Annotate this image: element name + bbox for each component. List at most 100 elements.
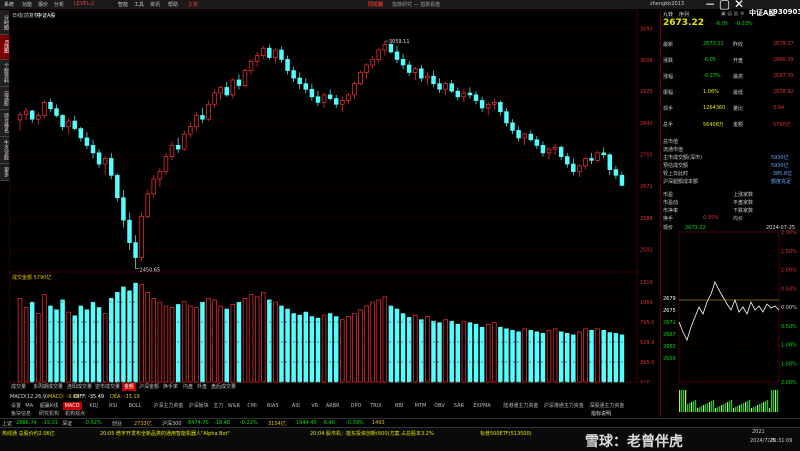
indicator-tab[interactable]: BBI: [393, 402, 405, 410]
volume-bar: [212, 299, 217, 383]
candle-body: [181, 133, 187, 150]
tab-diagnosis[interactable]: 牛叉诊股: [0, 137, 9, 164]
indicator-tab[interactable]: KDJ: [87, 402, 100, 410]
menu-item-level2[interactable]: LEVEL-2: [74, 1, 94, 7]
tab-research[interactable]: 研究机构: [37, 410, 61, 418]
volume-bar: [248, 294, 254, 383]
indicator-tab[interactable]: 沪深板块: [187, 402, 211, 410]
mini-volume-bar: [681, 390, 683, 412]
ticker-sz-change: -0.52%: [84, 420, 102, 426]
menu-item-tools[interactable]: 工具: [134, 1, 144, 8]
indicator-tab[interactable]: EXPMA: [471, 402, 492, 410]
tab-ranking[interactable]: 综合排名: [0, 110, 9, 137]
volume-bar: [540, 333, 546, 383]
tab-rising-volume[interactable]: 连阳成交量: [65, 383, 94, 391]
indicator-tab[interactable]: VR: [309, 402, 320, 410]
candle-body: [90, 145, 96, 154]
status-news-3[interactable]: 20:04 股市机：能东投资创新(600)方案 占总股本3.2%: [310, 430, 434, 437]
tool-xulie[interactable]: 序列: [679, 11, 689, 18]
tab-multi-volume[interactable]: 多周期成交量: [31, 383, 65, 391]
menu-item-news[interactable]: 资讯: [150, 1, 160, 8]
vol-tick-label: 265.0: [640, 360, 654, 366]
status-news-1[interactable]: 热线通 总股价约2.06亿: [2, 430, 55, 437]
indicator-tab[interactable]: 沪深主力资金: [151, 402, 185, 410]
indicator-tab[interactable]: MACD: [62, 402, 82, 410]
tab-counter-volume[interactable]: 逆市成交量: [93, 383, 122, 391]
tab-time-chart[interactable]: 分时图: [0, 10, 9, 35]
volume-bar: [54, 309, 59, 383]
tab-amount[interactable]: 金额: [122, 383, 137, 391]
tab-kline-chart[interactable]: K线图: [0, 35, 9, 60]
ticker-cy-label: 创业: [112, 421, 123, 427]
intraday-mini-chart[interactable]: 现价 2673.22 2024-07-25 2.00% 1.50% 1.00% 0.5…: [660, 222, 800, 417]
indicator-tab[interactable]: 陆港通主力资金: [501, 402, 540, 410]
candle-body: [370, 59, 375, 66]
candle-body: [461, 92, 467, 98]
candle-body: [607, 154, 613, 171]
tab-stock-profile[interactable]: 个股资料: [0, 60, 9, 87]
volume-bar: [419, 319, 424, 383]
y-tick-label: 3093: [640, 26, 653, 32]
indicator-tab[interactable]: 超赢K线: [38, 402, 60, 410]
indicator-tab[interactable]: W&R: [226, 402, 242, 410]
tab-turnover[interactable]: 换手率: [161, 383, 180, 391]
candle-body: [78, 128, 84, 139]
tab-hs-amount[interactable]: 沪深金额: [137, 383, 161, 391]
stat-value: 额度充足: [771, 179, 792, 185]
indicator-tab[interactable]: 沪深港通主力资金: [542, 402, 586, 410]
status-news-4[interactable]: 标普500ETF(513500): [480, 430, 532, 437]
menu-item-system[interactable]: 系统: [4, 1, 14, 8]
menu-item-main[interactable]: 主菜: [188, 1, 198, 8]
kline-chart-svg[interactable]: 日线(前复权) 中证A股 成交金额 5790亿 3059.11 2450.65 …: [8, 9, 659, 386]
menu-item-analysis[interactable]: 分析: [54, 1, 64, 8]
tab-more[interactable]: 更多: [0, 164, 9, 181]
indicator-tab[interactable]: ARBR: [324, 402, 342, 410]
volume-bar: [601, 329, 606, 383]
indicator-tab[interactable]: BOLL: [127, 402, 144, 410]
volume-bar: [309, 316, 315, 383]
indicator-tab[interactable]: DPO: [349, 402, 364, 410]
tab-volume[interactable]: 成交量: [9, 383, 28, 391]
quote-stat-row: 沪深超额成本额 额度充足: [661, 177, 800, 186]
tab-inner[interactable]: 内盘: [181, 383, 195, 391]
tab-after-hours[interactable]: 盘后成交量: [209, 383, 238, 391]
volume-bar: [23, 307, 29, 383]
toolbar-icons[interactable]: ▣ ▤ ▥ ⚙: [721, 11, 744, 17]
candle-body: [528, 133, 533, 141]
volume-bar: [109, 298, 114, 383]
candle-body: [96, 152, 102, 165]
indicator-tab[interactable]: MTM: [413, 402, 429, 410]
volume-bar: [72, 315, 77, 383]
candle-body: [115, 174, 120, 199]
kline-chart-area[interactable]: 日线(前复权) 中证A股 成交金额 5790亿 3059.11 2450.65 …: [8, 9, 659, 395]
tab-watchlist[interactable]: 自选股: [0, 87, 9, 110]
menu-item-function[interactable]: 功能: [22, 1, 32, 8]
indicator-tab[interactable]: TRIX: [368, 402, 383, 410]
indicator-tab[interactable]: CMI: [245, 402, 258, 410]
intraday-mini-svg[interactable]: 现价 2673.22 2024-07-25 2.00%1.50%1.00%0.5…: [661, 222, 800, 417]
mini-volume-bar: [701, 406, 703, 412]
indicator-tab[interactable]: BIAS: [265, 402, 281, 410]
menu-item-smart[interactable]: 智能: [118, 1, 128, 8]
indicator-tab[interactable]: ASI: [290, 402, 302, 410]
indicator-tab[interactable]: 设置: [9, 402, 23, 410]
left-nav: 分时图 K线图 个股资料 自选股 综合排名 牛叉诊股 更多: [0, 10, 9, 181]
menu-item-help[interactable]: 帮助: [168, 1, 178, 8]
indicator-help-button[interactable]: 指标说明: [589, 410, 613, 418]
indicator-tab[interactable]: SAR: [452, 402, 466, 410]
candle-body: [601, 152, 606, 156]
indicator-tab[interactable]: OBV: [432, 402, 447, 410]
indicator-tab[interactable]: 主力: [211, 402, 225, 410]
menu-item-quote[interactable]: 报价: [38, 1, 48, 8]
tab-sector-info[interactable]: 板块信息: [9, 410, 33, 418]
status-news-2[interactable]: 20:05 皓宇开发布全新品类的通用智能机器人"Alpha Bot": [100, 430, 230, 437]
tool-jiuzhuan[interactable]: 九转: [663, 11, 673, 18]
indicator-tab[interactable]: MA: [23, 402, 35, 410]
mini-volume-bar: [709, 402, 711, 412]
status-clock: 20:31:09: [770, 438, 793, 444]
tab-views[interactable]: 机构观点: [63, 410, 87, 418]
quote-label: 最低: [733, 90, 744, 96]
indicator-tab[interactable]: 深股通主力资金: [587, 402, 626, 410]
tab-outer[interactable]: 外盘: [195, 383, 209, 391]
indicator-tab[interactable]: RSI: [107, 402, 119, 410]
